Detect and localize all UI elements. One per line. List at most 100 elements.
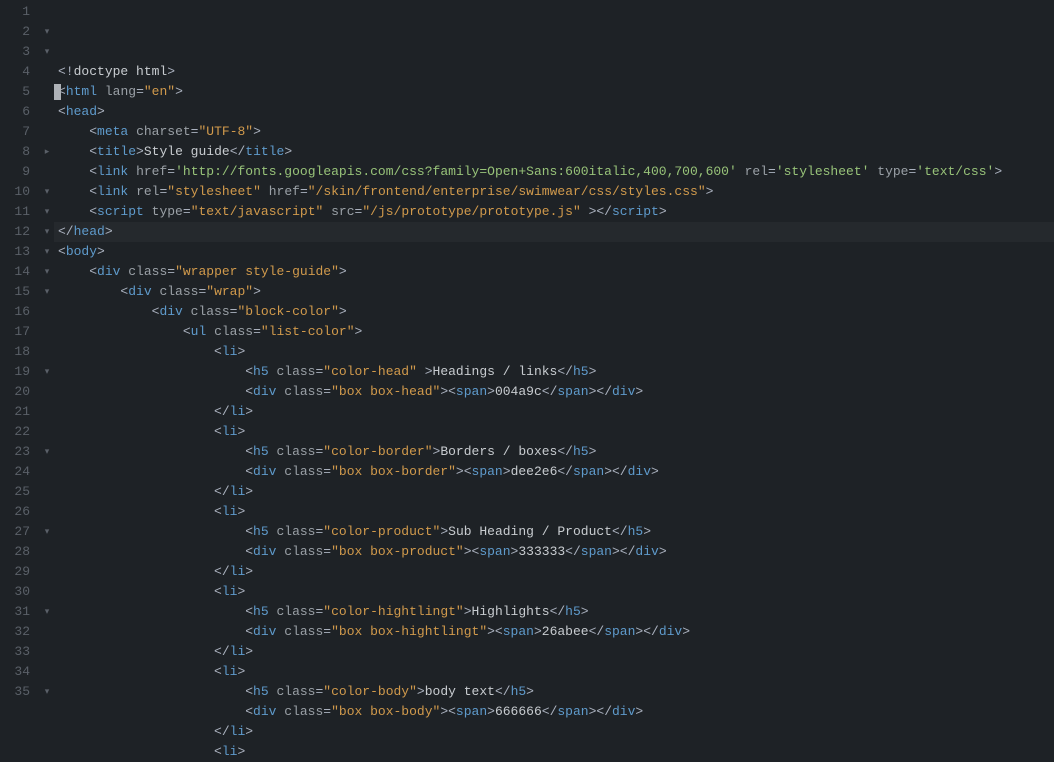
token-t: span	[456, 704, 487, 719]
line-number: 14	[6, 262, 30, 282]
token-s: "color-head"	[323, 364, 417, 379]
code-line[interactable]: <ul class="list-color">	[58, 322, 1054, 342]
token-p: </	[550, 604, 566, 619]
token-tx: Headings / links	[433, 364, 558, 379]
token-p: >	[417, 364, 433, 379]
code-line[interactable]: <meta charset="UTF-8">	[58, 122, 1054, 142]
code-line[interactable]: <li>	[58, 662, 1054, 682]
code-line[interactable]: <!doctype html>	[58, 62, 1054, 82]
fold-marker-icon[interactable]: ▾	[40, 362, 54, 382]
code-line[interactable]: </li>	[58, 562, 1054, 582]
token-p: ><	[456, 464, 472, 479]
fold-marker-empty	[40, 322, 54, 342]
code-line[interactable]: </head>	[58, 222, 1054, 242]
token-t: h5	[565, 604, 581, 619]
line-number: 10	[6, 182, 30, 202]
code-line[interactable]: <div class="box box-border"><span>dee2e6…	[58, 462, 1054, 482]
fold-marker-icon[interactable]: ▾	[40, 22, 54, 42]
code-line[interactable]: <li>	[58, 342, 1054, 362]
fold-marker-icon[interactable]: ▾	[40, 262, 54, 282]
token-p: >	[659, 204, 667, 219]
token-sq: 'stylesheet'	[776, 164, 870, 179]
token-t: div	[253, 704, 276, 719]
code-line[interactable]: </li>	[58, 722, 1054, 742]
code-line[interactable]: <div class="box box-hightlingt"><span>26…	[58, 622, 1054, 642]
code-line[interactable]: <body>	[58, 242, 1054, 262]
token-p: >	[237, 504, 245, 519]
token-p	[128, 164, 136, 179]
token-t: li	[222, 744, 238, 759]
fold-marker-empty	[40, 382, 54, 402]
code-line[interactable]: <h5 class="color-border">Borders / boxes…	[58, 442, 1054, 462]
fold-marker-icon[interactable]: ▾	[40, 522, 54, 542]
token-p: >	[136, 144, 144, 159]
fold-marker-icon[interactable]: ▸	[40, 142, 54, 162]
fold-marker-icon[interactable]: ▾	[40, 602, 54, 622]
token-p: <	[89, 264, 97, 279]
line-number: 4	[6, 62, 30, 82]
fold-marker-icon[interactable]: ▾	[40, 682, 54, 702]
token-t: div	[635, 544, 658, 559]
fold-marker-icon[interactable]: ▾	[40, 42, 54, 62]
fold-marker-icon[interactable]: ▾	[40, 242, 54, 262]
token-t: body	[66, 244, 97, 259]
token-p: =	[323, 544, 331, 559]
line-number: 17	[6, 322, 30, 342]
code-area[interactable]: <!doctype html><html lang="en"><head> <m…	[54, 0, 1054, 705]
token-t: h5	[511, 684, 527, 699]
token-p: =	[323, 704, 331, 719]
code-line[interactable]: <title>Style guide</title>	[58, 142, 1054, 162]
code-line[interactable]: <li>	[58, 582, 1054, 602]
token-p: </	[542, 384, 558, 399]
token-p: <	[58, 244, 66, 259]
code-line[interactable]: <li>	[58, 742, 1054, 762]
fold-marker-empty	[40, 2, 54, 22]
fold-marker-icon[interactable]: ▾	[40, 182, 54, 202]
token-a: lang	[105, 84, 136, 99]
token-p: <	[89, 204, 97, 219]
token-p: </	[557, 464, 573, 479]
fold-marker-icon[interactable]: ▾	[40, 202, 54, 222]
token-t: div	[159, 304, 182, 319]
code-line[interactable]: <div class="box box-head"><span>004a9c</…	[58, 382, 1054, 402]
code-line[interactable]: <link href='http://fonts.googleapis.com/…	[58, 162, 1054, 182]
fold-marker-icon[interactable]: ▾	[40, 282, 54, 302]
line-number: 16	[6, 302, 30, 322]
code-line[interactable]: <div class="block-color">	[58, 302, 1054, 322]
code-line[interactable]: </li>	[58, 642, 1054, 662]
code-line[interactable]: <link rel="stylesheet" href="/skin/front…	[58, 182, 1054, 202]
fold-marker-icon[interactable]: ▾	[40, 222, 54, 242]
code-line[interactable]: <div class="box box-product"><span>33333…	[58, 542, 1054, 562]
token-s: "box box-head"	[331, 384, 440, 399]
code-line[interactable]: <html lang="en">	[58, 82, 1054, 102]
fold-column[interactable]: ▾▾▸▾▾▾▾▾▾▾▾▾▾▾	[40, 0, 54, 705]
code-line[interactable]: <li>	[58, 502, 1054, 522]
code-line[interactable]: <li>	[58, 422, 1054, 442]
code-editor[interactable]: 1234567891011121314151617181920212223242…	[0, 0, 1054, 705]
code-line[interactable]: <div class="wrap">	[58, 282, 1054, 302]
token-p: >	[487, 384, 495, 399]
token-t: div	[659, 624, 682, 639]
token-p: <	[214, 664, 222, 679]
fold-marker-empty	[40, 402, 54, 422]
line-number: 20	[6, 382, 30, 402]
fold-marker-empty	[40, 102, 54, 122]
fold-marker-icon[interactable]: ▾	[40, 442, 54, 462]
token-s: "stylesheet"	[167, 184, 261, 199]
code-line[interactable]: <script type="text/javascript" src="/js/…	[58, 202, 1054, 222]
line-number: 13	[6, 242, 30, 262]
line-number: 28	[6, 542, 30, 562]
token-a: class	[128, 264, 167, 279]
token-a: class	[276, 604, 315, 619]
code-line[interactable]: <h5 class="color-body">body text</h5>	[58, 682, 1054, 702]
code-line[interactable]: </li>	[58, 402, 1054, 422]
token-s: "box box-product"	[331, 544, 464, 559]
code-line[interactable]: <div class="wrapper style-guide">	[58, 262, 1054, 282]
code-line[interactable]: <div class="box box-body"><span>666666</…	[58, 702, 1054, 722]
code-line[interactable]: <h5 class="color-head" >Headings / links…	[58, 362, 1054, 382]
code-line[interactable]: <head>	[58, 102, 1054, 122]
code-line[interactable]: </li>	[58, 482, 1054, 502]
code-line[interactable]: <h5 class="color-hightlingt">Highlights<…	[58, 602, 1054, 622]
code-line[interactable]: <h5 class="color-product">Sub Heading / …	[58, 522, 1054, 542]
line-number: 2	[6, 22, 30, 42]
